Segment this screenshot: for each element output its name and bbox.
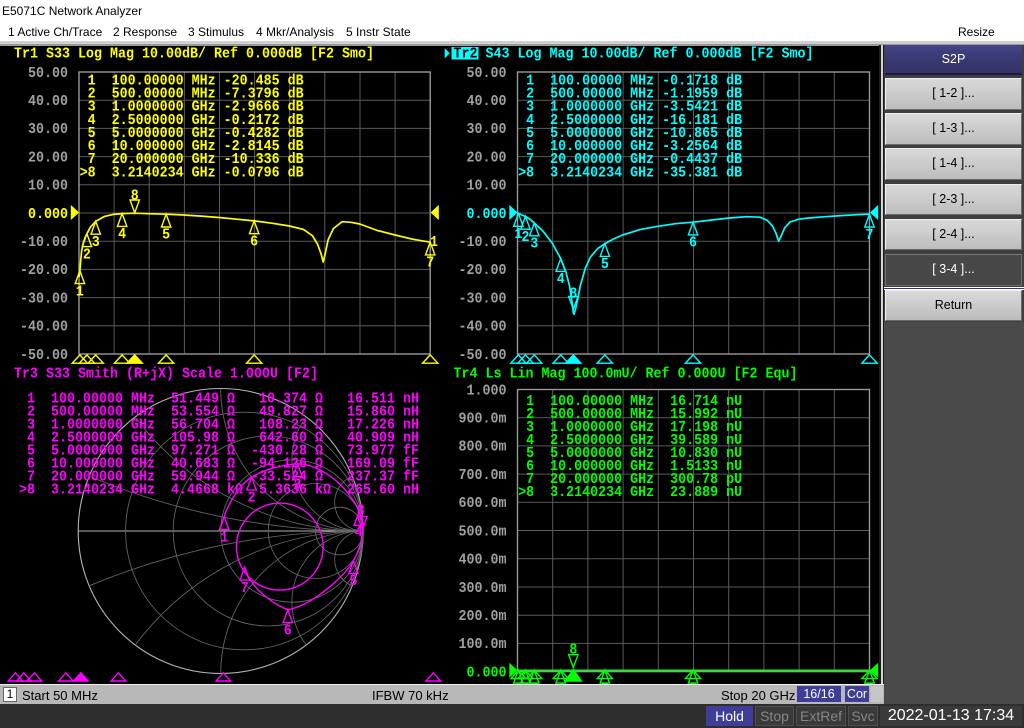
svg-text:10.00: 10.00 bbox=[467, 178, 507, 195]
svg-text:40.00: 40.00 bbox=[28, 93, 68, 110]
svg-text:400.0m: 400.0m bbox=[459, 552, 507, 569]
svg-text:0.000: 0.000 bbox=[467, 664, 507, 681]
svg-text:-10.00: -10.00 bbox=[459, 234, 507, 251]
svg-text:-40.00: -40.00 bbox=[459, 319, 507, 336]
svg-text:700.0m: 700.0m bbox=[459, 467, 507, 484]
svg-text:8: 8 bbox=[357, 503, 365, 520]
svg-text:7: 7 bbox=[426, 255, 434, 272]
svg-text:Tr1 S33 Log Mag 10.00dB/ Ref 0: Tr1 S33 Log Mag 10.00dB/ Ref 0.000dB [F2… bbox=[14, 46, 374, 63]
svg-text:3: 3 bbox=[530, 235, 538, 252]
svg-text:6: 6 bbox=[250, 233, 258, 250]
svg-text:6: 6 bbox=[689, 235, 697, 252]
svg-text:2: 2 bbox=[248, 490, 256, 507]
svg-text:6: 6 bbox=[284, 622, 292, 639]
svg-text:50.00: 50.00 bbox=[28, 65, 68, 82]
svg-text:>8 3.2140234 GHz -0.0796 dB: >8 3.2140234 GHz -0.0796 dB bbox=[80, 164, 304, 181]
svg-text:0.000: 0.000 bbox=[28, 206, 68, 223]
svg-text:300.0m: 300.0m bbox=[459, 580, 507, 597]
svg-text:>8 3.2140234 GHz -35.381 dB: >8 3.2140234 GHz -35.381 dB bbox=[518, 164, 742, 181]
svg-text:3: 3 bbox=[294, 476, 302, 493]
svg-text:-40.00: -40.00 bbox=[20, 319, 68, 336]
svg-text:>8 3.2140234 GHz 23.889 nU: >8 3.2140234 GHz 23.889 nU bbox=[518, 484, 742, 501]
svg-text:-30.00: -30.00 bbox=[20, 290, 68, 307]
svg-text:2: 2 bbox=[83, 246, 91, 263]
svg-text:1.000: 1.000 bbox=[467, 382, 507, 399]
svg-text:100.0m: 100.0m bbox=[459, 636, 507, 653]
svg-text:30.00: 30.00 bbox=[467, 121, 507, 138]
svg-text:200.0m: 200.0m bbox=[459, 608, 507, 625]
svg-text:7: 7 bbox=[866, 227, 874, 244]
svg-text:0.000: 0.000 bbox=[467, 206, 507, 223]
svg-text:600.0m: 600.0m bbox=[459, 495, 507, 512]
svg-text:7: 7 bbox=[241, 580, 249, 597]
svg-text:8: 8 bbox=[569, 642, 577, 659]
svg-text:5: 5 bbox=[601, 256, 609, 273]
svg-text:1: 1 bbox=[76, 283, 84, 300]
svg-text:-30.00: -30.00 bbox=[459, 290, 507, 307]
svg-text:4: 4 bbox=[118, 226, 126, 243]
svg-text:20.00: 20.00 bbox=[467, 149, 507, 166]
svg-text:-50.00: -50.00 bbox=[20, 347, 68, 364]
svg-text:5: 5 bbox=[162, 227, 170, 244]
svg-text:10.00: 10.00 bbox=[28, 178, 68, 195]
svg-text:800.0m: 800.0m bbox=[459, 439, 507, 456]
svg-text:8: 8 bbox=[131, 188, 139, 205]
svg-text:-10.00: -10.00 bbox=[20, 234, 68, 251]
svg-text:4: 4 bbox=[557, 271, 565, 288]
svg-text:20.00: 20.00 bbox=[28, 149, 68, 166]
svg-text:1: 1 bbox=[220, 529, 228, 546]
svg-text:Tr2: Tr2 bbox=[454, 46, 478, 63]
svg-text:-20.00: -20.00 bbox=[20, 262, 68, 279]
svg-text:40.00: 40.00 bbox=[467, 93, 507, 110]
svg-text:-50.00: -50.00 bbox=[459, 347, 507, 364]
svg-text:1: 1 bbox=[430, 234, 438, 251]
svg-text:30.00: 30.00 bbox=[28, 121, 68, 138]
svg-text:Tr4 Ls Lin Mag 100.0mU/ Ref 0.: Tr4 Ls Lin Mag 100.0mU/ Ref 0.000U [F2 E… bbox=[454, 366, 798, 383]
svg-text:>8 3.2140234 GHz 4.4668 kΩ: >8 3.2140234 GHz 4.4668 kΩ 5.3636 kΩ 265… bbox=[19, 482, 419, 499]
svg-text:5: 5 bbox=[350, 573, 358, 590]
svg-text:3: 3 bbox=[92, 234, 100, 251]
svg-text:900.0m: 900.0m bbox=[459, 411, 507, 428]
svg-text:50.00: 50.00 bbox=[467, 65, 507, 82]
svg-text:500.0m: 500.0m bbox=[459, 523, 507, 540]
svg-text:2: 2 bbox=[521, 229, 529, 246]
svg-text:Tr2 S43 Log Mag 10.00dB/ Ref 0: Tr2 S43 Log Mag 10.00dB/ Ref 0.000dB [F2… bbox=[454, 46, 814, 63]
svg-text:-20.00: -20.00 bbox=[459, 262, 507, 279]
svg-text:Tr3 S33 Smith (R+jX) Scale 1.0: Tr3 S33 Smith (R+jX) Scale 1.000U [F2] bbox=[14, 366, 318, 383]
svg-text:8: 8 bbox=[569, 286, 577, 303]
